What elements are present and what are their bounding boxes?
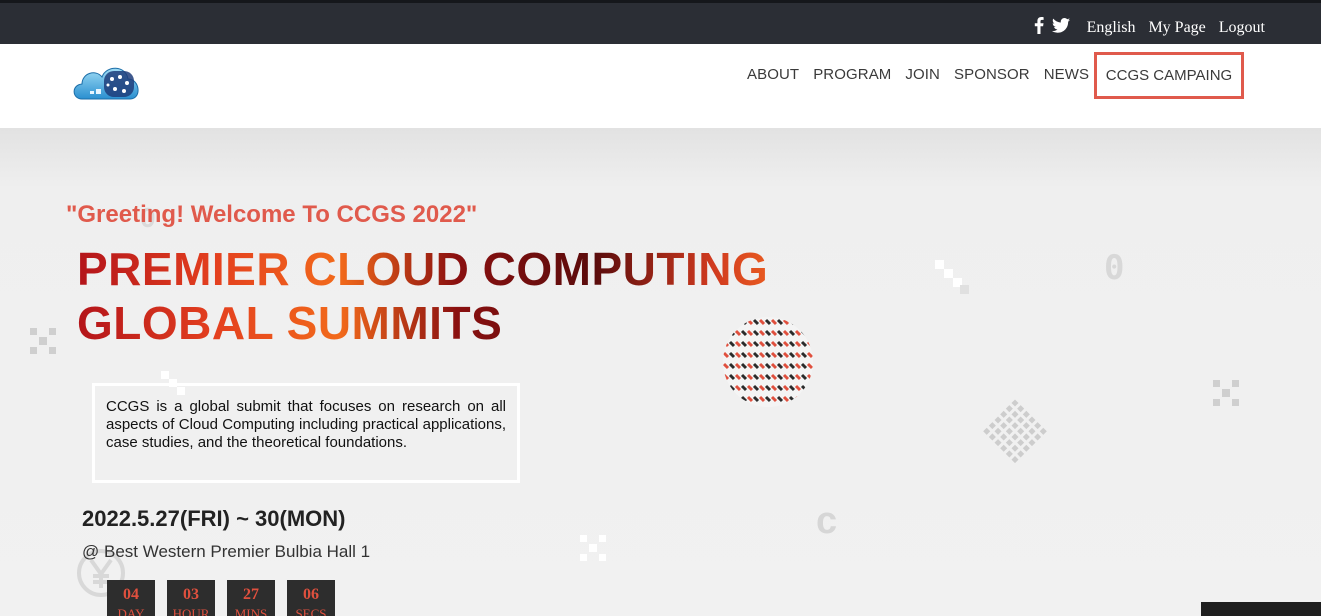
description-box: CCGS is a global submit that focuses on … bbox=[92, 383, 520, 483]
zero-glyph-icon: 0 bbox=[1104, 248, 1125, 288]
top-links: English My Page Logout bbox=[1034, 17, 1265, 39]
countdown-mins: 27 MINS bbox=[227, 580, 275, 616]
title-line-2: GLOBAL SUMMITS bbox=[77, 297, 503, 349]
my-page-link[interactable]: My Page bbox=[1148, 19, 1205, 37]
x-pattern-icon bbox=[30, 328, 56, 354]
countdown-days: 04 DAY bbox=[107, 580, 155, 616]
nav-ccgs-campaign[interactable]: CCGS CAMPAING bbox=[1094, 52, 1244, 99]
countdown-value: 03 bbox=[183, 586, 199, 603]
nav-news[interactable]: NEWS bbox=[1044, 66, 1089, 83]
countdown-label: MINS bbox=[234, 606, 268, 616]
diamond-grid-icon bbox=[983, 399, 1047, 464]
greeting-text: "Greeting! Welcome To CCGS 2022" bbox=[66, 201, 478, 228]
page-title: PREMIER CLOUD COMPUTING GLOBAL SUMMITS bbox=[77, 242, 768, 350]
pixel-step-icon bbox=[935, 260, 969, 294]
nav-sponsor[interactable]: SPONSOR bbox=[954, 66, 1030, 83]
main-nav: ABOUT PROGRAM JOIN SPONSOR NEWS CCGS CAM… bbox=[747, 52, 1244, 99]
social-links bbox=[1034, 17, 1070, 39]
countdown-value: 27 bbox=[243, 586, 259, 603]
countdown-value: 06 bbox=[303, 586, 319, 603]
nav-about[interactable]: ABOUT bbox=[747, 66, 799, 83]
main-navbar: ABOUT PROGRAM JOIN SPONSOR NEWS CCGS CAM… bbox=[0, 44, 1321, 128]
event-venue: @ Best Western Premier Bulbia Hall 1 bbox=[82, 542, 371, 561]
x-pattern-icon bbox=[580, 535, 606, 561]
top-bar: English My Page Logout bbox=[0, 0, 1321, 44]
hero-section: 0 c 0 "Greeting! Welcome To CCGS 2022" P… bbox=[0, 128, 1321, 616]
logout-link[interactable]: Logout bbox=[1219, 19, 1265, 37]
title-line-1: PREMIER CLOUD COMPUTING bbox=[77, 243, 769, 295]
c-glyph-icon: c bbox=[816, 500, 838, 542]
language-link[interactable]: English bbox=[1087, 19, 1136, 37]
countdown-label: DAY bbox=[117, 606, 145, 616]
countdown-label: HOUR bbox=[172, 606, 210, 616]
event-date: 2022.5.27(FRI) ~ 30(MON) bbox=[82, 506, 346, 531]
cloud-logo[interactable] bbox=[70, 55, 142, 107]
countdown-timer: 04 DAY 03 HOUR 27 MINS 06 SECS bbox=[107, 580, 335, 616]
x-pattern-icon bbox=[1213, 380, 1239, 406]
twitter-icon[interactable] bbox=[1051, 18, 1070, 38]
countdown-value: 04 bbox=[123, 586, 139, 603]
countdown-secs: 06 SECS bbox=[287, 580, 335, 616]
nav-join[interactable]: JOIN bbox=[905, 66, 940, 83]
countdown-label: SECS bbox=[295, 606, 327, 616]
nav-program[interactable]: PROGRAM bbox=[813, 66, 891, 83]
corner-widget[interactable] bbox=[1201, 602, 1321, 616]
facebook-icon[interactable] bbox=[1034, 17, 1044, 39]
countdown-hours: 03 HOUR bbox=[167, 580, 215, 616]
description-text: CCGS is a global submit that focuses on … bbox=[106, 398, 506, 451]
